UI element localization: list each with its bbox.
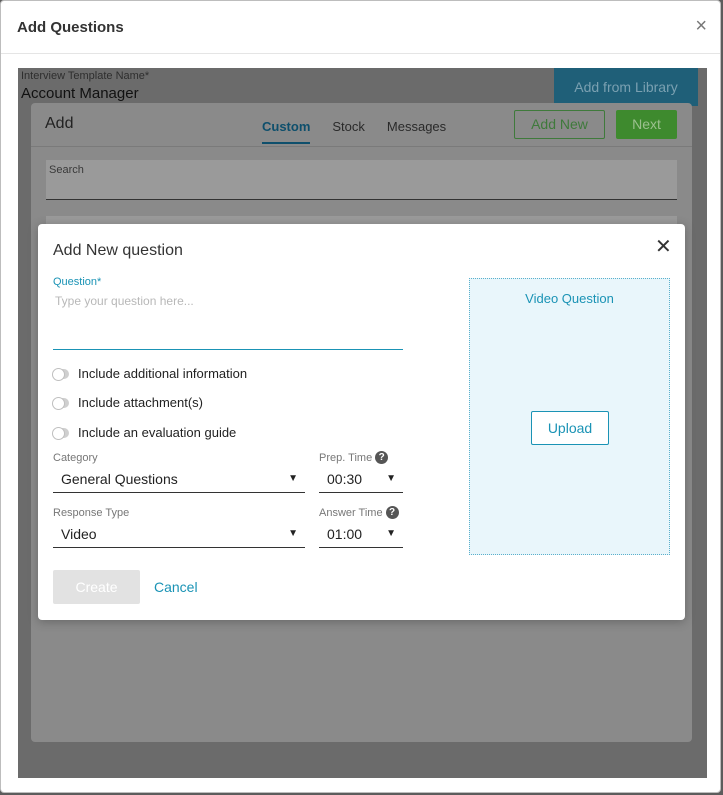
video-question-title: Video Question [525,291,614,306]
response-type-select[interactable]: Video ▼ [53,522,305,548]
answer-time-select[interactable]: 01:00 ▼ [319,522,403,548]
question-label: Question* [53,276,102,288]
tab-messages[interactable]: Messages [387,119,446,144]
dialog-title: Add New question [53,242,183,259]
tab-bar: Custom Stock Messages [262,119,446,144]
category-label: Category [53,452,98,464]
window-title: Add Questions [17,19,124,36]
prep-time-label-text: Prep. Time [319,451,373,464]
tab-stock[interactable]: Stock [332,119,365,144]
create-button[interactable]: Create [53,570,140,604]
toggle-switch-icon[interactable] [52,367,69,381]
caret-down-icon: ▼ [386,473,396,484]
add-from-library-button[interactable]: Add from Library [554,68,698,106]
video-question-panel: Video Question Upload [469,278,670,555]
caret-down-icon: ▼ [288,473,298,484]
next-button[interactable]: Next [616,110,677,139]
toggle-evaluation-guide[interactable]: Include an evaluation guide [52,425,237,440]
caret-down-icon: ▼ [288,528,298,539]
response-type-label-text: Response Type [53,507,130,519]
help-icon[interactable]: ? [385,506,399,519]
answer-time-value: 01:00 [327,526,363,542]
search-input[interactable]: Search [46,160,677,200]
toggle-attachments[interactable]: Include attachment(s) [52,395,204,410]
template-name-label: Interview Template Name* [21,70,150,82]
template-name-value: Account Manager [21,85,139,102]
tab-custom[interactable]: Custom [262,119,311,144]
answer-time-label: Answer Time ? [319,506,399,519]
toggle-switch-icon[interactable] [52,426,69,440]
cancel-button[interactable]: Cancel [154,579,198,595]
upload-button[interactable]: Upload [531,411,609,445]
add-panel-title: Add [45,115,74,132]
add-new-question-dialog: Add New question ✕ Question* Include add… [38,224,685,620]
add-new-button[interactable]: Add New [514,110,605,139]
category-select[interactable]: General Questions ▼ [53,467,305,493]
caret-down-icon: ▼ [386,528,396,539]
prep-time-select[interactable]: 00:30 ▼ [319,467,403,493]
response-type-value: Video [61,526,97,542]
close-icon[interactable]: × [695,15,707,38]
answer-time-label-text: Answer Time [319,506,383,519]
search-label: Search [49,164,84,176]
toggle-label: Include additional information [78,366,248,381]
toggle-switch-icon[interactable] [52,396,69,410]
help-icon[interactable]: ? [375,451,389,464]
toggle-label: Include an evaluation guide [78,425,237,440]
toggle-additional-info[interactable]: Include additional information [52,366,248,381]
response-type-label: Response Type [53,507,129,519]
question-input[interactable] [53,294,403,350]
prep-time-value: 00:30 [327,471,363,487]
window-header: Add Questions × [1,1,720,54]
close-icon[interactable]: ✕ [655,237,672,257]
prep-time-label: Prep. Time ? [319,451,389,464]
add-panel-header: Add Custom Stock Messages Add New Next [31,103,692,147]
category-label-text: Category [53,452,98,464]
toggle-label: Include attachment(s) [78,395,204,410]
category-value: General Questions [61,471,178,487]
